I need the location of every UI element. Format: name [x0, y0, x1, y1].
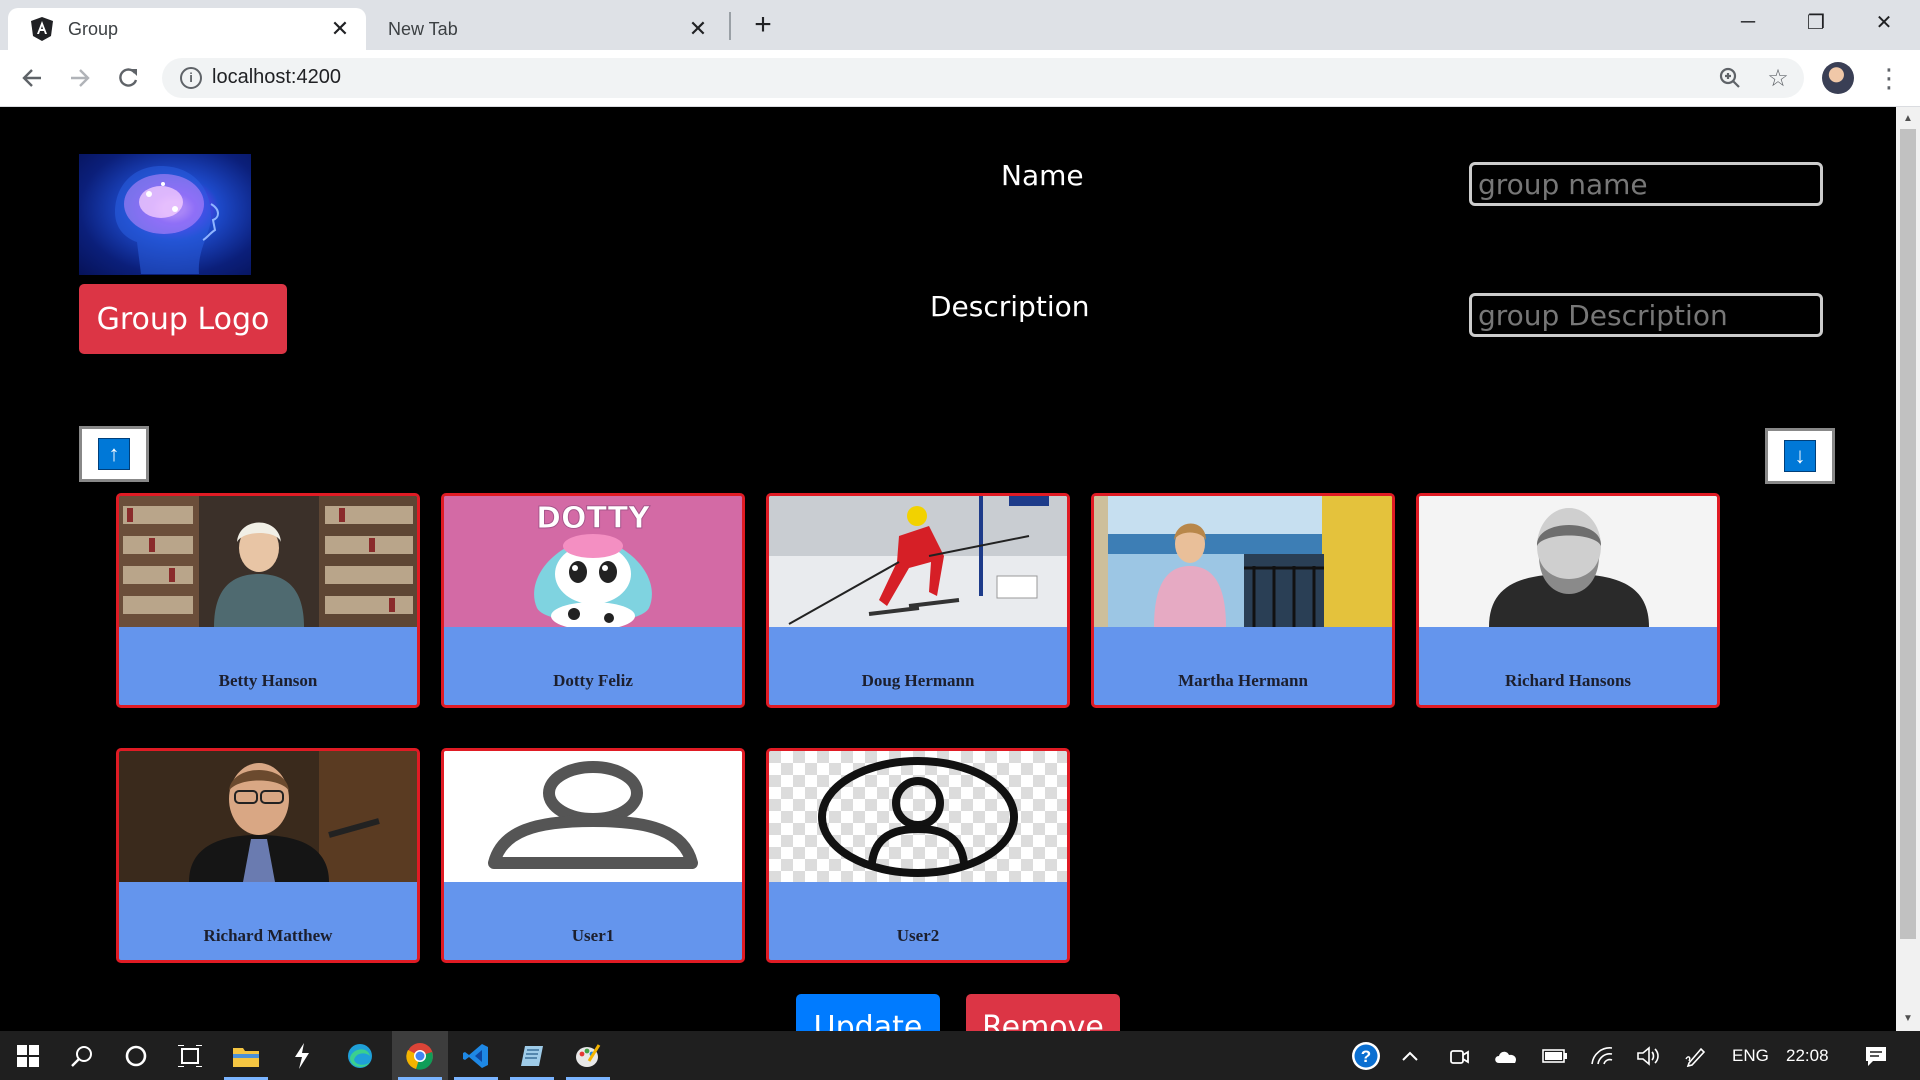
close-icon[interactable]: ✕ — [326, 15, 354, 43]
chevron-up-icon[interactable] — [1396, 1031, 1424, 1080]
tab-title: New Tab — [388, 18, 458, 39]
angular-icon — [30, 17, 54, 41]
paint-app-icon[interactable] — [560, 1031, 616, 1080]
member-card[interactable]: Doug Hermann — [766, 493, 1070, 708]
member-name: Dotty Feliz — [553, 671, 633, 690]
profile-avatar[interactable] — [1822, 62, 1854, 94]
forward-icon[interactable] — [62, 60, 98, 96]
member-card[interactable]: Martha Hermann — [1091, 493, 1395, 708]
group-name-input[interactable] — [1469, 162, 1823, 206]
member-name: Doug Hermann — [861, 671, 975, 690]
arrow-up-icon: ↑ — [98, 438, 130, 470]
edge-icon[interactable] — [332, 1031, 388, 1080]
scroll-up-button[interactable]: ↑ — [79, 426, 149, 482]
new-tab-button[interactable]: + — [748, 10, 778, 40]
arrow-down-icon: ↓ — [1784, 440, 1816, 472]
notification-icon[interactable] — [1856, 1031, 1896, 1080]
tab-separator — [729, 12, 731, 40]
group-logo-button[interactable]: Group Logo — [79, 284, 287, 354]
description-label: Description — [930, 290, 1090, 323]
pen-icon[interactable] — [1680, 1031, 1712, 1080]
tab-title: Group — [68, 18, 119, 39]
battery-icon[interactable] — [1538, 1031, 1572, 1080]
tab-group[interactable]: Group ✕ — [8, 8, 366, 50]
bolt-app-icon[interactable] — [274, 1031, 330, 1080]
language-indicator[interactable]: ENG — [1732, 1031, 1769, 1080]
notes-app-icon[interactable] — [504, 1031, 560, 1080]
clock[interactable]: 22:08 — [1786, 1031, 1829, 1080]
member-card[interactable]: DOTTY Dotty Feliz — [441, 493, 745, 708]
scroll-down-button[interactable]: ↓ — [1765, 428, 1835, 484]
file-explorer-icon[interactable] — [218, 1031, 274, 1080]
update-button[interactable]: Update — [796, 994, 940, 1031]
remove-button[interactable]: Remove — [966, 994, 1120, 1031]
windows-taskbar: ? ENG 22:08 — [0, 1031, 1920, 1080]
search-icon[interactable] — [54, 1031, 110, 1080]
member-photo — [1094, 496, 1392, 627]
group-page: Group Logo Name Description ↑ ↓ Betty Ha… — [4, 107, 1896, 1031]
dotty-logo-text: DOTTY — [536, 501, 651, 536]
task-view-icon[interactable] — [162, 1031, 218, 1080]
member-name: Richard Matthew — [203, 926, 333, 945]
menu-icon[interactable]: ⋮ — [1876, 60, 1902, 96]
minimize-button[interactable]: ─ — [1718, 6, 1778, 38]
member-photo — [119, 751, 417, 882]
chrome-icon[interactable] — [392, 1031, 448, 1080]
zoom-icon[interactable] — [1716, 64, 1744, 92]
reload-icon[interactable] — [110, 60, 146, 96]
member-card[interactable]: Richard Matthew — [116, 748, 420, 963]
member-name: Betty Hanson — [218, 671, 318, 690]
member-name: User1 — [571, 926, 615, 945]
vscode-icon[interactable] — [448, 1031, 504, 1080]
member-card[interactable]: Betty Hanson — [116, 493, 420, 708]
windows-start-icon[interactable] — [0, 1031, 56, 1080]
member-photo — [769, 496, 1067, 627]
member-name: Martha Hermann — [1178, 671, 1308, 690]
wifi-icon[interactable] — [1586, 1031, 1618, 1080]
back-icon[interactable] — [14, 60, 50, 96]
window-close-button[interactable]: ✕ — [1854, 6, 1914, 38]
volume-icon[interactable] — [1632, 1031, 1664, 1080]
bookmark-star-icon[interactable]: ☆ — [1764, 64, 1792, 92]
url-text: localhost:4200 — [212, 66, 341, 88]
meet-now-icon[interactable] — [1444, 1031, 1474, 1080]
member-name: Richard Hansons — [1504, 671, 1632, 690]
user-circle-icon — [769, 751, 1067, 882]
cortana-icon[interactable] — [108, 1031, 164, 1080]
member-name: User2 — [896, 926, 940, 945]
close-icon[interactable]: ✕ — [684, 15, 712, 43]
scroll-up-arrow-icon[interactable]: ▲ — [1900, 111, 1916, 127]
address-bar[interactable]: i localhost:4200 ☆ — [162, 58, 1804, 98]
group-description-input[interactable] — [1469, 293, 1823, 337]
member-photo: DOTTY — [444, 496, 742, 627]
onedrive-icon[interactable] — [1490, 1031, 1522, 1080]
member-photo — [1419, 496, 1717, 627]
help-icon[interactable]: ? — [1346, 1031, 1386, 1080]
scrollbar-thumb[interactable] — [1900, 129, 1916, 939]
user-outline-icon — [444, 751, 742, 882]
scroll-down-arrow-icon[interactable]: ▼ — [1900, 1011, 1916, 1027]
member-photo — [119, 496, 417, 627]
page-scrollbar[interactable]: ▲ ▼ — [1896, 107, 1920, 1031]
browser-toolbar: i localhost:4200 ☆ ⋮ — [0, 50, 1920, 107]
member-card[interactable]: User1 — [441, 748, 745, 963]
tab-new-tab[interactable]: New Tab ✕ — [374, 8, 724, 50]
info-icon[interactable]: i — [180, 67, 202, 89]
member-card[interactable]: User2 — [766, 748, 1070, 963]
svg-text:?: ? — [1361, 1047, 1371, 1066]
member-card[interactable]: Richard Hansons — [1416, 493, 1720, 708]
browser-tab-strip: Group ✕ New Tab ✕ + ─ ❐ ✕ — [0, 0, 1920, 50]
restore-button[interactable]: ❐ — [1786, 6, 1846, 38]
group-logo-image — [79, 154, 251, 275]
name-label: Name — [1001, 159, 1084, 192]
